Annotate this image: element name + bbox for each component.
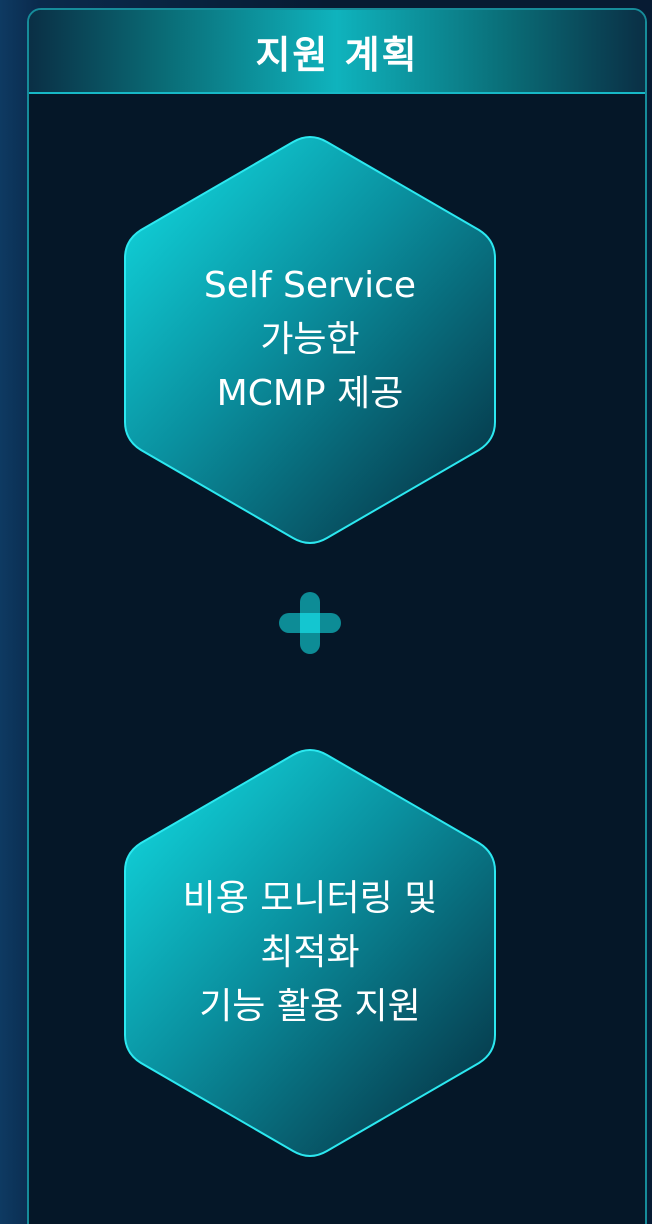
page: 지원 계획 Self Service 가능한 MCMP 제공 비용 모니터링 및…	[0, 0, 652, 1224]
card-line: 최적화	[260, 932, 360, 973]
hexagon-card-text: 비용 모니터링 및 최적화 기능 활용 지원	[123, 743, 497, 1163]
card-line: MCMP 제공	[216, 373, 404, 414]
plus-icon	[277, 590, 343, 656]
hexagon-card-text: Self Service 가능한 MCMP 제공	[123, 130, 497, 550]
panel-title: 지원 계획	[255, 32, 419, 77]
card-line: 기능 활용 지원	[199, 986, 421, 1027]
card-line: Self Service	[203, 265, 417, 306]
panel-header: 지원 계획	[29, 10, 645, 94]
hexagon-card-cost-monitoring: 비용 모니터링 및 최적화 기능 활용 지원	[123, 743, 497, 1163]
hexagon-card-self-service: Self Service 가능한 MCMP 제공	[123, 130, 497, 550]
card-line: 비용 모니터링 및	[182, 878, 438, 919]
card-line: 가능한	[260, 319, 360, 360]
